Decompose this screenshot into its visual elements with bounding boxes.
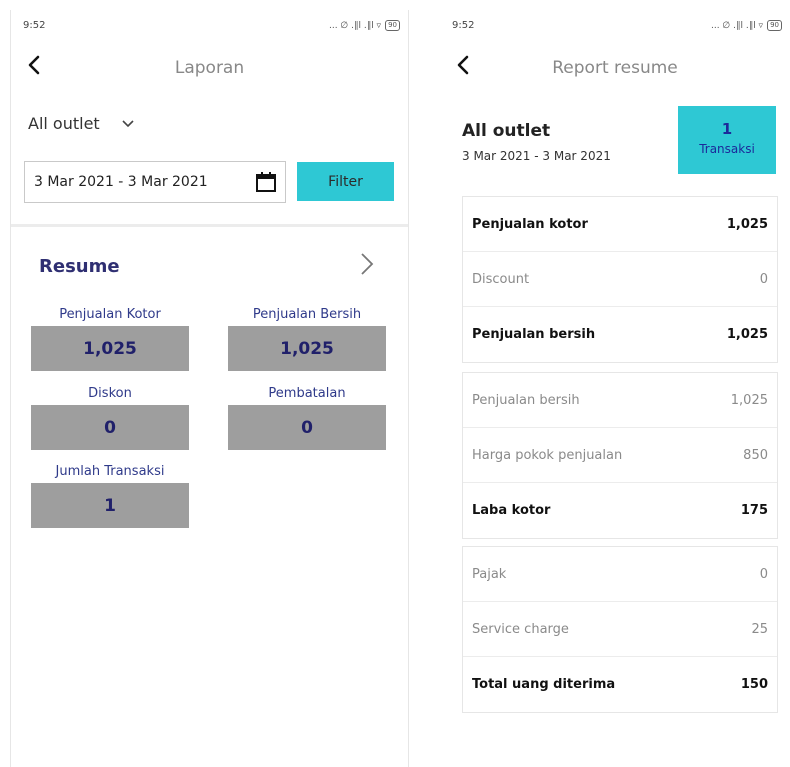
battery-icon: 90 [385,20,400,31]
summary-row: Penjualan bersih 1,025 [463,373,777,428]
summary-group-total: Pajak 0 Service charge 25 Total uang diter… [462,546,778,713]
signal-wifi-icon: ... ∅ .∥l .∥l ▿ [328,20,382,31]
card-value: 0 [228,405,386,450]
row-value: 850 [743,447,768,463]
summary-row: Penjualan kotor 1,025 [463,197,777,252]
card-jumlah-transaksi: Jumlah Transaksi 1 [31,463,189,528]
outlet-name: All outlet [462,121,551,141]
summary-group-sales: Penjualan kotor 1,025 Discount 0 Penjualan… [462,196,778,363]
card-label: Diskon [88,386,132,401]
calendar-icon[interactable] [255,171,277,193]
date-range-value: 3 Mar 2021 - 3 Mar 2021 [34,174,208,190]
card-value: 0 [31,405,189,450]
row-label: Laba kotor [472,503,551,518]
card-pembatalan: Pembatalan 0 [228,385,386,450]
card-label: Jumlah Transaksi [55,464,165,479]
status-time: 9:52 [452,20,475,31]
summary-row: Pajak 0 [463,547,777,602]
summary-row: Penjualan bersih 1,025 [463,307,777,362]
card-label: Pembatalan [268,386,346,401]
report-resume-screen: 9:52 ... ∅ .∥l .∥l ▿ 90 Report resume Al… [440,10,790,767]
summary-row: Discount 0 [463,252,777,307]
card-penjualan-kotor: Penjualan Kotor 1,025 [31,306,189,371]
row-label: Penjualan bersih [472,392,580,408]
chevron-right-icon[interactable] [359,250,375,278]
row-label: Penjualan kotor [472,216,588,232]
summary-group-profit: Penjualan bersih 1,025 Harga pokok penjua… [462,372,778,539]
filter-button[interactable]: Filter [297,162,394,201]
transaksi-count: 1 [721,120,733,138]
row-label: Service charge [472,621,569,637]
row-value: 175 [740,503,768,518]
row-value: 1,025 [726,327,768,342]
row-label: Total uang diterima [472,677,616,692]
status-bar: 9:52 ... ∅ .∥l .∥l ▿ 90 [452,20,782,34]
page-title: Report resume [552,58,678,78]
card-value: 1 [31,483,189,528]
battery-icon: 90 [767,20,782,31]
card-label: Penjualan Kotor [59,307,161,322]
transaksi-badge[interactable]: 1 Transaksi [678,106,776,174]
row-label: Discount [472,271,530,287]
section-divider [11,224,408,227]
card-value: 1,025 [31,326,189,371]
row-value: 1,025 [730,392,768,408]
row-value: 150 [740,677,768,692]
report-date-range: 3 Mar 2021 - 3 Mar 2021 [462,149,611,163]
summary-row: Laba kotor 175 [463,483,777,538]
status-icons: ... ∅ .∥l .∥l ▿ 90 [329,20,400,31]
page-title: Laporan [174,58,245,78]
card-penjualan-bersih: Penjualan Bersih 1,025 [228,306,386,371]
status-bar: 9:52 ... ∅ .∥l .∥l ▿ 90 [23,20,400,34]
card-value: 1,025 [228,326,386,371]
row-label: Harga pokok penjualan [472,447,623,463]
row-label: Pajak [472,566,507,582]
row-value: 0 [759,271,768,287]
card-label: Penjualan Bersih [252,307,362,322]
status-icons: ... ∅ .∥l .∥l ▿ 90 [711,20,782,31]
row-value: 25 [751,621,768,637]
card-diskon: Diskon 0 [31,385,189,450]
summary-row: Harga pokok penjualan 850 [463,428,777,483]
row-label: Penjualan bersih [472,327,596,342]
chevron-down-icon [122,119,134,127]
summary-row: Service charge 25 [463,602,777,657]
summary-row: Total uang diterima 150 [463,657,777,712]
resume-heading[interactable]: Resume [39,256,120,277]
row-value: 0 [759,566,768,582]
outlet-dropdown-label: All outlet [28,114,100,133]
status-time: 9:52 [23,20,46,31]
date-range-field[interactable]: 3 Mar 2021 - 3 Mar 2021 [24,161,286,203]
signal-wifi-icon: ... ∅ .∥l .∥l ▿ [710,20,764,31]
laporan-screen: 9:52 ... ∅ .∥l .∥l ▿ 90 Laporan All outl… [10,10,409,767]
transaksi-label: Transaksi [699,142,755,156]
outlet-dropdown[interactable]: All outlet [28,114,134,133]
row-value: 1,025 [726,216,768,232]
